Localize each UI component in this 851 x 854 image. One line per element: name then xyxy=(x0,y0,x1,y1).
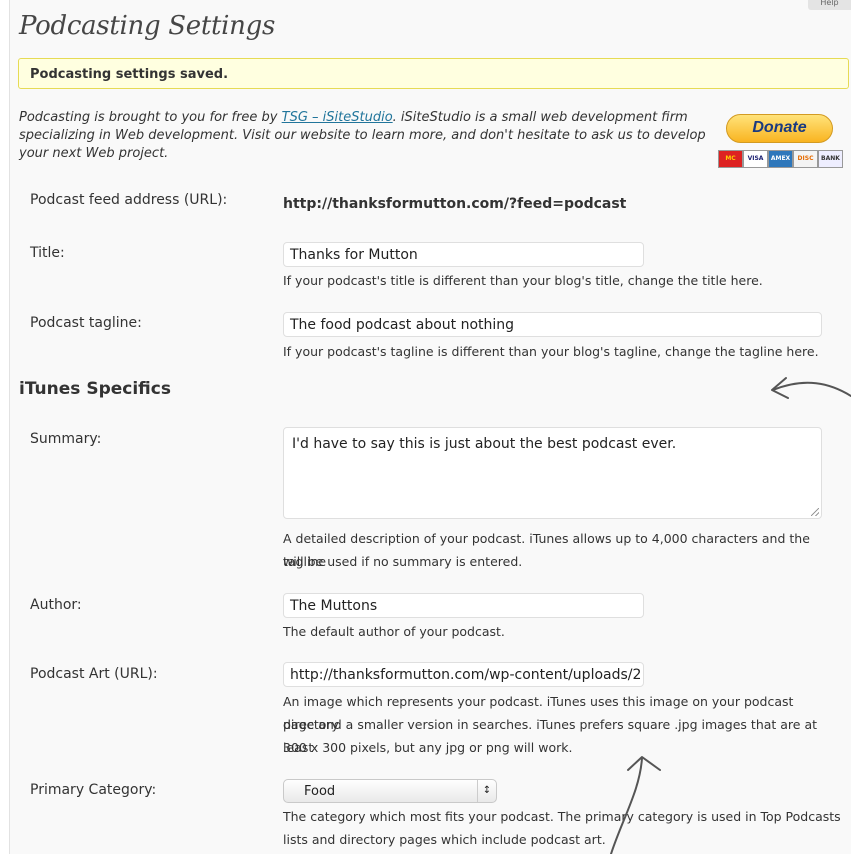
annotation-arrows xyxy=(610,377,851,854)
arrow-to-art-help xyxy=(610,757,643,854)
arrow-to-itunes-heading xyxy=(772,381,851,397)
arrowhead-art xyxy=(627,756,661,771)
